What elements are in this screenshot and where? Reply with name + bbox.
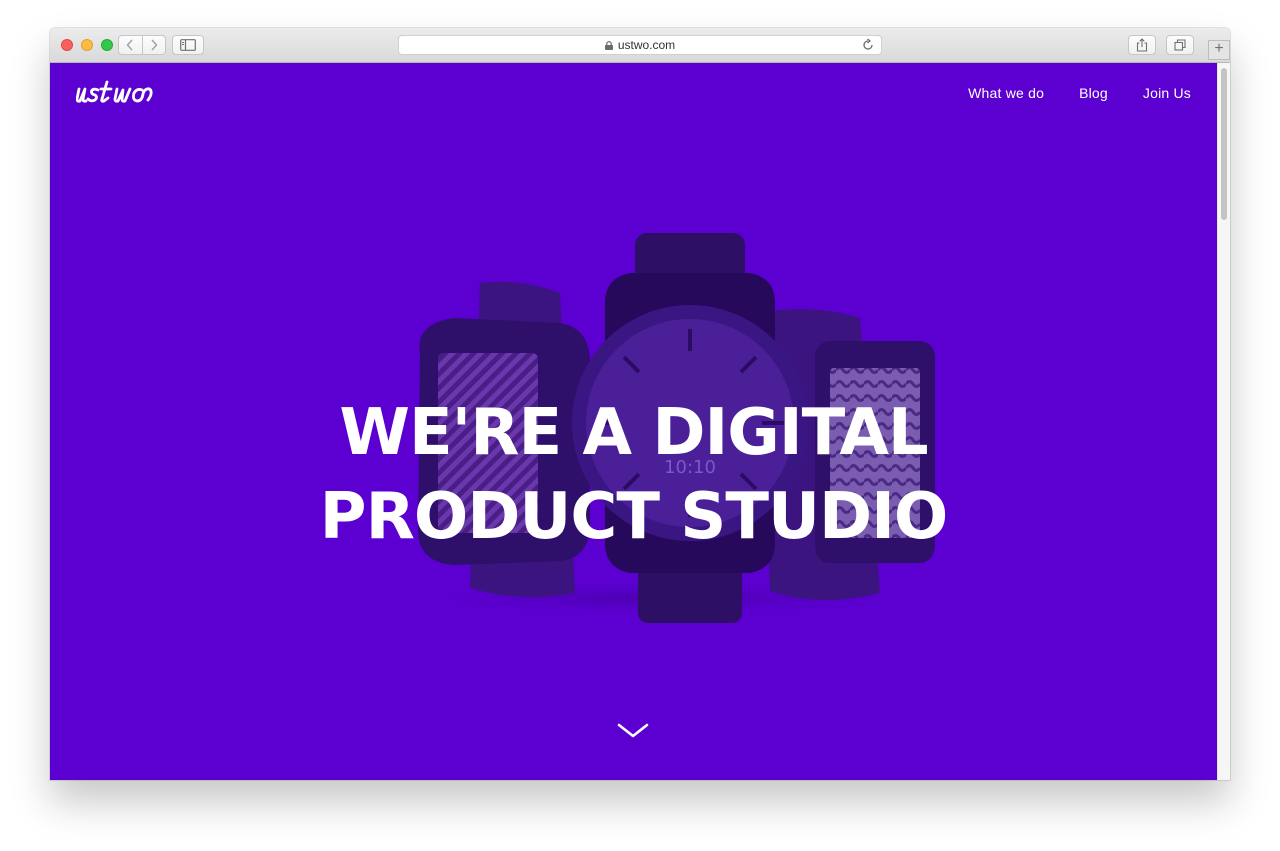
new-tab-button[interactable]: + (1208, 40, 1230, 60)
address-text: ustwo.com (617, 38, 676, 52)
browser-toolbar: ustwo.com (50, 28, 1230, 63)
page-scrollbar[interactable] (1217, 63, 1230, 780)
chevron-right-icon (151, 39, 158, 51)
browser-window: ustwo.com ustwo (50, 28, 1230, 780)
share-button[interactable] (1128, 35, 1156, 55)
tabs-overview-icon (1174, 39, 1186, 51)
hero-headline-line-2: PRODUCT STUDIO (319, 479, 949, 554)
chevron-down-icon[interactable] (616, 721, 650, 741)
sidebar-icon (180, 39, 196, 51)
chevron-left-icon (126, 39, 133, 51)
main-navigation: What we do Blog Join Us (968, 85, 1191, 101)
hero-headline: WE'RE A DIGITAL PRODUCT STUDIO (50, 391, 1217, 559)
back-button[interactable] (119, 36, 142, 54)
show-tabs-button[interactable] (1166, 35, 1194, 55)
nav-link-what-we-do[interactable]: What we do (968, 85, 1044, 101)
reload-icon[interactable] (861, 38, 875, 52)
forward-button[interactable] (141, 36, 166, 54)
address-bar[interactable]: ustwo.com (398, 35, 882, 55)
nav-link-join-us[interactable]: Join Us (1143, 85, 1191, 101)
hero-headline-line-1: WE'RE A DIGITAL (339, 395, 928, 470)
ustwo-logo[interactable]: ustwo (76, 77, 166, 107)
window-maximize-button[interactable] (101, 39, 113, 51)
nav-link-blog[interactable]: Blog (1079, 85, 1108, 101)
lock-icon (604, 40, 613, 50)
scrollbar-thumb[interactable] (1221, 68, 1227, 220)
sidebar-toggle-button[interactable] (172, 35, 204, 55)
history-nav-group (118, 35, 166, 55)
window-minimize-button[interactable] (81, 39, 93, 51)
share-icon (1136, 38, 1148, 52)
window-close-button[interactable] (61, 39, 73, 51)
ustwo-home-page: ustwo What we do Blog Join Us (50, 63, 1217, 780)
